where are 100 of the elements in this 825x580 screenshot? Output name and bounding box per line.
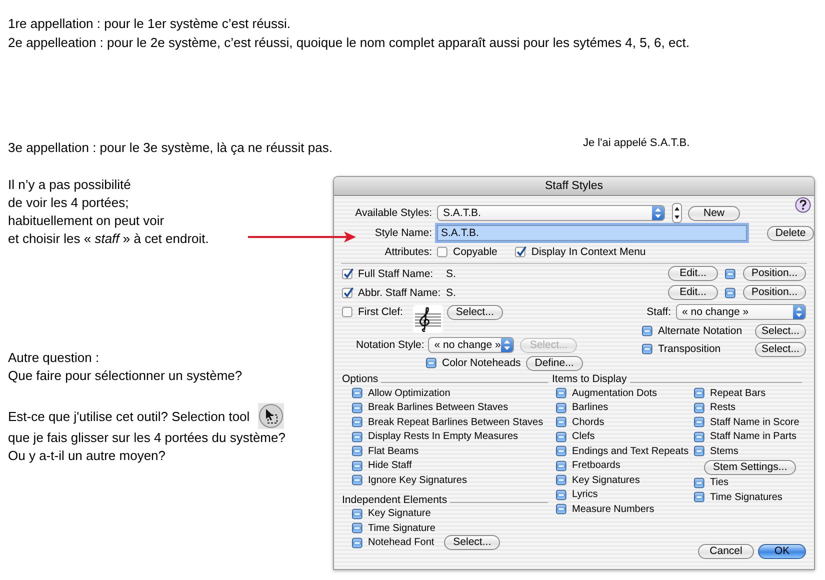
checkbox[interactable] — [694, 400, 706, 415]
checkbox[interactable] — [556, 488, 568, 502]
field-label: Abbr. Staff Name: — [358, 286, 442, 298]
checkbox[interactable] — [642, 324, 654, 338]
checkbox-label: First Clef: — [358, 306, 403, 318]
checkbox[interactable] — [352, 415, 364, 430]
checkbox-label: Alternate Notation — [658, 325, 742, 337]
checkbox[interactable] — [725, 266, 737, 280]
checkbox[interactable] — [352, 444, 364, 458]
checkbox[interactable] — [556, 400, 568, 415]
checkbox[interactable] — [352, 458, 364, 473]
checkbox[interactable] — [556, 430, 568, 444]
styles-popup[interactable]: S.A.T.B. — [437, 205, 665, 221]
edit-button[interactable]: Edit... — [668, 285, 718, 300]
updown-arrows-icon — [793, 305, 805, 319]
staff-name-value: S. — [446, 268, 456, 280]
checkbox[interactable] — [694, 430, 706, 444]
checkbox[interactable] — [352, 521, 364, 536]
select-button[interactable]: Select... — [446, 305, 503, 320]
staff-name-value: S. — [446, 286, 456, 298]
checkbox-label: Augmentation Dots — [572, 388, 658, 399]
section-heading: Items to Display — [552, 373, 627, 385]
checkbox-label: Ignore Key Signatures — [368, 474, 467, 486]
checkbox[interactable] — [556, 415, 568, 430]
checkbox[interactable] — [342, 305, 354, 319]
checkbox-label: Allow Optimization — [368, 388, 450, 399]
checkbox[interactable] — [556, 473, 568, 488]
ok-button[interactable]: OK — [758, 544, 806, 559]
field-label: Staff: — [646, 306, 671, 318]
checkbox-label: Color Noteheads — [442, 357, 521, 369]
field-label: Full Staff Name: — [358, 268, 434, 280]
checkbox-label: Fretboards — [572, 460, 620, 472]
checkbox[interactable] — [556, 458, 568, 473]
position-button[interactable]: Position... — [743, 266, 806, 281]
updown-arrows-icon — [501, 338, 514, 352]
checkbox[interactable] — [352, 536, 364, 550]
delete-button[interactable]: Delete — [767, 226, 814, 240]
style-name-field[interactable]: S.A.T.B. — [437, 225, 747, 241]
popup-menu[interactable]: « no change » — [676, 304, 806, 320]
checkbox[interactable] — [426, 356, 438, 370]
stem-settings-button[interactable]: Stem Settings... — [704, 460, 796, 474]
checkbox-label: Flat Beams — [368, 446, 419, 457]
note-text: 1re appellation : pour le 1er système c’est réussi. — [8, 15, 291, 33]
checkbox-label: Time Signature — [368, 522, 436, 534]
checkbox-label: Endings and Text Repeats — [572, 446, 689, 457]
checkbox[interactable] — [352, 473, 364, 488]
stepper-icon[interactable] — [672, 203, 682, 223]
checkbox[interactable] — [694, 415, 706, 430]
checkbox-label: Lyrics — [572, 489, 598, 500]
help-icon[interactable] — [795, 197, 811, 213]
select-button[interactable]: Select... — [444, 535, 500, 550]
checkbox[interactable] — [342, 286, 354, 300]
checkbox[interactable] — [352, 430, 364, 444]
checkbox-label: Ties — [710, 477, 729, 488]
checkbox-label: Staff Name in Parts — [710, 431, 797, 442]
checkbox[interactable] — [352, 400, 364, 415]
checkbox[interactable] — [725, 286, 737, 300]
position-button[interactable]: Position... — [743, 285, 806, 300]
field-label: Attributes: — [384, 246, 433, 258]
checkbox-label: Stems — [710, 446, 738, 457]
checkbox[interactable] — [352, 386, 364, 400]
checkbox[interactable] — [556, 502, 568, 516]
treble-clef-icon — [412, 305, 443, 333]
window-title: Staff Styles — [545, 180, 603, 192]
checkbox-label: Rests — [710, 402, 736, 414]
section-heading: Independent Elements — [342, 494, 448, 506]
question-text: Autre question : Que faire pour sélectionner un système? — [8, 349, 242, 385]
checkbox[interactable] — [642, 342, 654, 356]
note-text: Je l'ai appelé S.A.T.B. — [582, 137, 690, 151]
checkbox[interactable] — [352, 506, 364, 521]
checkbox[interactable] — [556, 444, 568, 458]
checkbox-label: Key Signature — [368, 508, 431, 520]
field-label: Available Styles: — [354, 207, 433, 219]
cancel-button[interactable]: Cancel — [698, 544, 754, 559]
new-button[interactable]: New — [688, 206, 740, 220]
edit-button[interactable]: Edit... — [668, 266, 718, 281]
checkbox[interactable] — [342, 266, 354, 280]
checkbox-label: Transposition — [658, 343, 721, 355]
popup-menu[interactable]: « no change » — [428, 337, 514, 353]
checkbox[interactable] — [694, 476, 706, 490]
checkbox-label: Break Barlines Between Staves — [368, 402, 508, 414]
checkbox[interactable] — [694, 386, 706, 400]
section-heading: Options — [342, 373, 378, 385]
select-button[interactable]: Select... — [755, 342, 806, 356]
select-button[interactable]: Select... — [755, 324, 806, 338]
checkbox-label: Break Repeat Barlines Between Staves — [368, 416, 544, 428]
checkbox-label: Display In Context Menu — [531, 246, 646, 258]
checkbox-label: Notehead Font — [368, 537, 434, 548]
define-button[interactable]: Define... — [526, 356, 583, 370]
checkbox-label: Key Signatures — [572, 474, 640, 486]
checkbox[interactable] — [694, 444, 706, 458]
note-text: Il n’y a pas possibilité de voir les 4 portées; habituellement on peut voir et choisir les « staff » à cet endroit. — [8, 176, 209, 248]
checkbox-label: Measure Numbers — [572, 504, 654, 515]
checkbox[interactable] — [556, 386, 568, 400]
checkbox[interactable] — [694, 490, 706, 504]
checkbox[interactable] — [515, 245, 528, 259]
checkbox[interactable] — [437, 245, 449, 259]
checkbox-label: Time Signatures — [710, 492, 782, 503]
checkbox-label: Copyable — [453, 246, 498, 258]
question-text: Est-ce que j'utilise cet outil? Selection tool — [8, 408, 250, 424]
